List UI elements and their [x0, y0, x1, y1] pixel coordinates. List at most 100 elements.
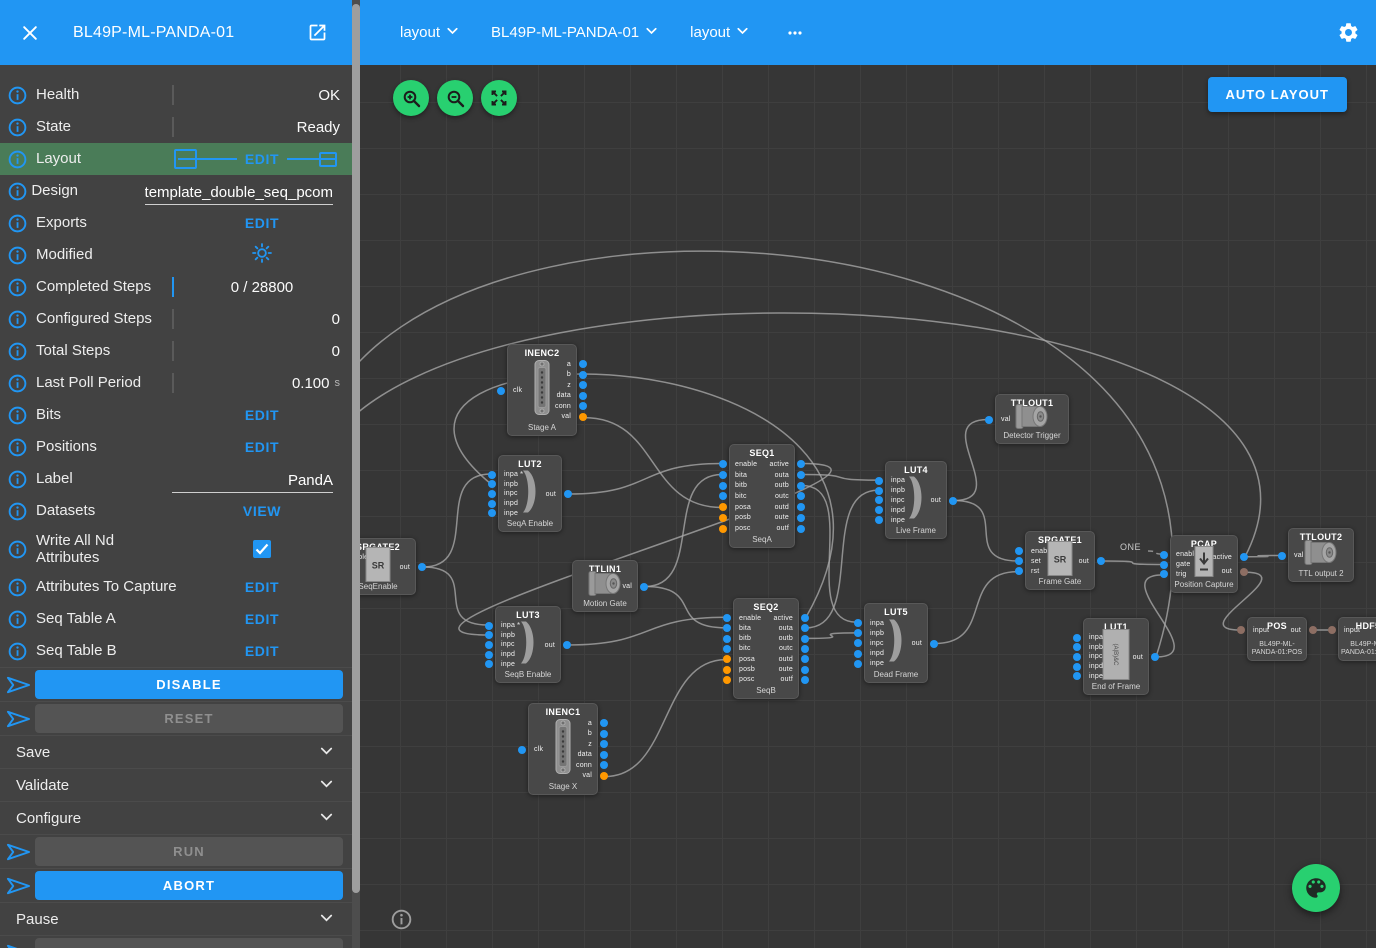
label-input[interactable]: PandA: [172, 466, 333, 493]
port-dot-b[interactable]: [600, 730, 608, 738]
block-pcap[interactable]: PCAPenablegatetrigactiveoutPosition Capt…: [1170, 535, 1238, 593]
port-dot-out[interactable]: [1151, 653, 1159, 661]
port-dot-oute[interactable]: [797, 514, 805, 522]
port-dot-enable[interactable]: [723, 614, 731, 622]
port-dot-inpc[interactable]: [485, 641, 493, 649]
block-srgate1[interactable]: SRGATE1enablesetrstoutSRFrame Gate: [1025, 531, 1095, 590]
port-dot-val[interactable]: [640, 583, 648, 591]
port-dot-inpb[interactable]: [875, 487, 883, 495]
menu-layout-1[interactable]: layout: [400, 22, 465, 43]
abort-button[interactable]: ABORT: [35, 871, 343, 900]
port-dot-inpd[interactable]: [1073, 663, 1081, 671]
port-dot-inpd[interactable]: [875, 506, 883, 514]
port-dot-input[interactable]: [1237, 626, 1245, 634]
port-dot-inpe[interactable]: [875, 516, 883, 524]
bits-edit-link[interactable]: EDIT: [245, 407, 279, 423]
expander-pause[interactable]: Pause: [0, 902, 352, 935]
port-dot-outf[interactable]: [801, 676, 809, 684]
port-dot-out[interactable]: [930, 640, 938, 648]
seq-table-a-edit-link[interactable]: EDIT: [245, 611, 279, 627]
port-dot-data[interactable]: [600, 751, 608, 759]
close-icon[interactable]: [20, 23, 40, 43]
expander-save[interactable]: Save: [0, 735, 352, 768]
zoom-out-icon[interactable]: [437, 80, 473, 116]
block-srgate2[interactable]: SRGATE2enablesetrstoutSRSeqEnable: [360, 538, 416, 595]
block-ttlout1[interactable]: TTLOUT1valDetector Trigger: [995, 394, 1069, 444]
palette-icon[interactable]: [1292, 864, 1340, 912]
port-dot-z[interactable]: [600, 740, 608, 748]
port-dot-gate[interactable]: [1160, 561, 1168, 569]
scrollbar-thumb[interactable]: [352, 4, 360, 893]
port-dot-b[interactable]: [579, 371, 587, 379]
port-dot-inpc[interactable]: [854, 639, 862, 647]
port-dot-val[interactable]: [1278, 552, 1286, 560]
port-dot-inpb[interactable]: [854, 629, 862, 637]
layout-edit-link[interactable]: EDIT: [237, 151, 287, 167]
block-lut3[interactable]: LUT3inpa*inpbinpcinpdinpeoutSeqB Enable: [495, 606, 561, 683]
port-dot-inpe[interactable]: [488, 509, 496, 517]
port-dot-inpc[interactable]: [875, 496, 883, 504]
port-dot-a[interactable]: [600, 719, 608, 727]
block-lut1[interactable]: LUT1inpainpbinpcinpdinpeout(A|B)&CEnd of…: [1083, 618, 1149, 695]
port-dot-inpc[interactable]: [488, 490, 496, 498]
block-diagram-canvas[interactable]: AUTO LAYOUT INENC2clkabzdataconnvalStage…: [360, 65, 1376, 948]
open-in-new-icon[interactable]: [307, 22, 328, 43]
port-dot-outd[interactable]: [797, 503, 805, 511]
port-dot-inpd[interactable]: [488, 500, 496, 508]
port-dot-enable[interactable]: [1160, 551, 1168, 559]
more-horizontal-icon[interactable]: [785, 23, 805, 43]
block-seq1[interactable]: SEQ1enablebitabitbbitcposaposbposcactive…: [729, 444, 795, 548]
port-dot-a[interactable]: [579, 360, 587, 368]
positions-edit-link[interactable]: EDIT: [245, 439, 279, 455]
port-dot-inpb[interactable]: [1073, 643, 1081, 651]
reset-button[interactable]: RESET: [35, 704, 343, 733]
attributes-to-capture-edit-link[interactable]: EDIT: [245, 579, 279, 595]
port-dot-z[interactable]: [579, 381, 587, 389]
port-dot-bita[interactable]: [723, 624, 731, 632]
datasets-view-link[interactable]: VIEW: [243, 503, 281, 519]
port-dot-trig[interactable]: [1160, 570, 1168, 578]
port-dot-inpb[interactable]: [488, 480, 496, 488]
port-dot-bitc[interactable]: [723, 645, 731, 653]
sidebar-scrollbar[interactable]: [352, 0, 360, 948]
port-dot-posa[interactable]: [719, 503, 727, 511]
port-dot-inpe[interactable]: [1073, 672, 1081, 680]
block-lut5[interactable]: LUT5inpainpbinpcinpdinpeoutDead Frame: [864, 603, 928, 683]
write-all-nd-attributes-checkbox[interactable]: [253, 540, 271, 558]
seq-table-b-edit-link[interactable]: EDIT: [245, 643, 279, 659]
port-dot-out[interactable]: [1309, 626, 1317, 634]
port-dot-inpb[interactable]: [485, 631, 493, 639]
block-ttlin1[interactable]: TTLIN1valMotion Gate: [572, 560, 638, 612]
port-dot-outa[interactable]: [797, 471, 805, 479]
port-dot-outb[interactable]: [797, 482, 805, 490]
port-dot-input[interactable]: [1328, 626, 1336, 634]
port-dot-out[interactable]: [1097, 557, 1105, 565]
block-ttlout2[interactable]: TTLOUT2valTTL output 2: [1288, 528, 1354, 582]
fullscreen-icon[interactable]: [481, 80, 517, 116]
port-dot-bita[interactable]: [719, 471, 727, 479]
port-dot-val[interactable]: [985, 416, 993, 424]
zoom-in-icon[interactable]: [393, 80, 429, 116]
port-dot-outb[interactable]: [801, 635, 809, 643]
exports-edit-link[interactable]: EDIT: [245, 215, 279, 231]
port-dot-active[interactable]: [797, 460, 805, 468]
port-dot-posc[interactable]: [719, 525, 727, 533]
port-dot-set[interactable]: [1015, 557, 1023, 565]
run-button[interactable]: RUN: [35, 837, 343, 866]
block-inenc1[interactable]: INENC1clkabzdataconnvalStage X: [528, 703, 598, 795]
port-dot-clk[interactable]: [518, 746, 526, 754]
block-lut2[interactable]: LUT2inpa*inpbinpcinpdinpeoutSeqA Enable: [498, 455, 562, 532]
port-dot-outa[interactable]: [801, 624, 809, 632]
port-dot-inpa[interactable]: [854, 619, 862, 627]
port-dot-out[interactable]: [564, 490, 572, 498]
port-dot-bitc[interactable]: [719, 492, 727, 500]
port-dot-inpd[interactable]: [485, 651, 493, 659]
port-dot-val[interactable]: [579, 413, 587, 421]
menu-layout-3[interactable]: layout: [690, 22, 755, 43]
port-dot-enable[interactable]: [1015, 547, 1023, 555]
expander-configure[interactable]: Configure: [0, 801, 352, 834]
port-dot-inpa[interactable]: [488, 471, 496, 479]
block-lut4[interactable]: LUT4inpainpbinpcinpdinpeoutLive Frame: [885, 461, 947, 539]
port-dot-inpd[interactable]: [854, 650, 862, 658]
disable-button[interactable]: DISABLE: [35, 670, 343, 699]
